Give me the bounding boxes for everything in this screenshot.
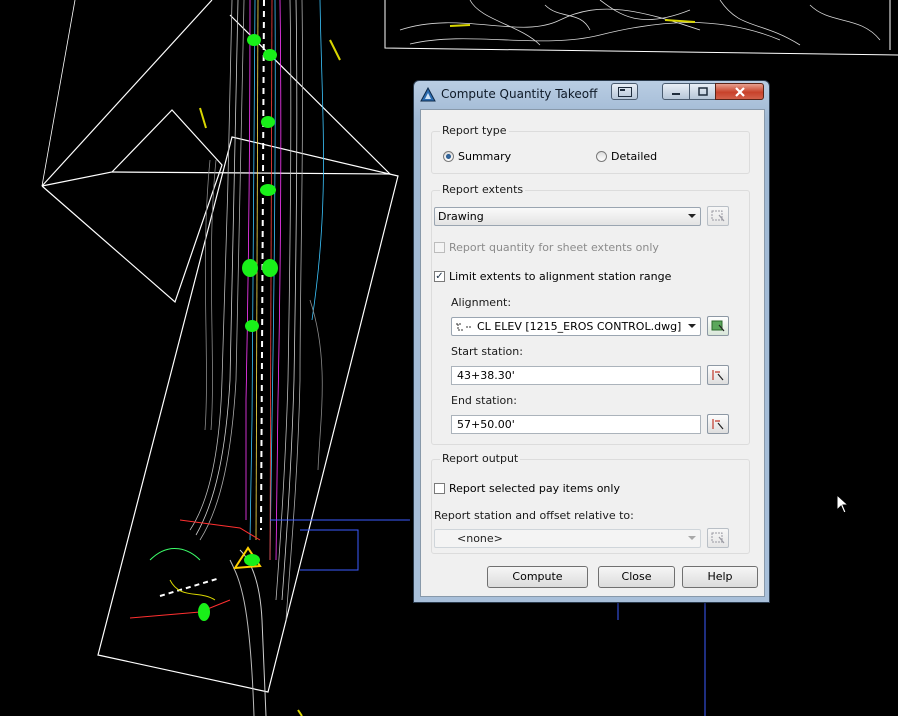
chevron-down-icon	[688, 324, 696, 328]
summary-radio-button[interactable]	[443, 151, 454, 162]
dialog-titlebar[interactable]: Compute Quantity Takeoff	[414, 81, 769, 107]
dialog-body: Report type Summary Detailed Report exte…	[420, 109, 765, 597]
start-station-input[interactable]: 43+38.30'	[451, 366, 701, 385]
pick-start-station-button[interactable]	[707, 365, 729, 385]
minimize-icon	[672, 92, 680, 95]
help-button[interactable]: Help	[682, 566, 758, 588]
pay-items-check[interactable]	[434, 483, 445, 494]
compute-button[interactable]: Compute	[487, 566, 588, 588]
autocad-app-icon	[420, 87, 436, 102]
start-station-label: Start station:	[451, 345, 523, 358]
alignment-dropdown-value: CL ELEV [1215_EROS CONTROL.dwg]	[477, 320, 682, 333]
mouse-pointer-icon	[836, 494, 850, 514]
summary-radio[interactable]: Summary	[443, 150, 511, 163]
detailed-radio-label: Detailed	[611, 150, 658, 163]
limit-extents-checkbox[interactable]: ✓ Limit extents to alignment station ran…	[434, 270, 671, 283]
relative-to-dropdown-value: <none>	[457, 532, 503, 545]
pick-station-icon	[712, 370, 724, 381]
detailed-radio[interactable]: Detailed	[596, 150, 657, 163]
report-extents-label: Report extents	[440, 183, 526, 196]
pay-items-checkbox[interactable]: Report selected pay items only	[434, 482, 620, 495]
pick-relative-button[interactable]	[707, 528, 729, 548]
chevron-down-icon	[688, 536, 696, 540]
end-station-label: End station:	[451, 394, 517, 407]
pick-window-icon	[711, 532, 725, 544]
sheet-extents-label: Report quantity for sheet extents only	[449, 241, 659, 254]
report-output-label: Report output	[440, 452, 521, 465]
maximize-icon	[697, 87, 708, 96]
relative-to-dropdown[interactable]: <none>	[434, 529, 701, 548]
pick-end-station-button[interactable]	[707, 414, 729, 434]
extents-dropdown-value: Drawing	[438, 210, 484, 223]
end-station-input[interactable]: 57+50.00'	[451, 415, 701, 434]
maximize-button[interactable]	[689, 83, 716, 100]
minimize-button[interactable]	[662, 83, 690, 100]
limit-extents-check[interactable]: ✓	[434, 271, 445, 282]
contextual-help-button[interactable]	[611, 83, 638, 100]
pick-extents-button[interactable]	[707, 206, 729, 226]
alignment-dropdown[interactable]: CL ELEV [1215_EROS CONTROL.dwg]	[451, 317, 701, 336]
report-type-label: Report type	[440, 124, 509, 137]
relative-to-label: Report station and offset relative to:	[434, 509, 634, 522]
report-type-group: Report type Summary Detailed	[431, 124, 750, 174]
pick-alignment-button[interactable]	[707, 316, 729, 336]
pick-alignment-icon	[711, 320, 725, 332]
sheet-extents-check[interactable]	[434, 242, 445, 253]
compute-quantity-takeoff-dialog: Compute Quantity Takeoff Report type Sum…	[413, 80, 770, 603]
report-extents-group: Report extents Drawing Report quantity f…	[431, 183, 750, 445]
summary-radio-label: Summary	[458, 150, 512, 163]
sheet-extents-checkbox[interactable]: Report quantity for sheet extents only	[434, 241, 659, 254]
close-window-button[interactable]	[715, 83, 764, 100]
pick-window-icon	[711, 210, 725, 222]
dialog-title: Compute Quantity Takeoff	[441, 87, 598, 101]
report-output-group: Report output Report selected pay items …	[431, 452, 750, 554]
close-icon	[734, 86, 745, 97]
help-window-icon	[617, 86, 632, 97]
pay-items-label: Report selected pay items only	[449, 482, 620, 495]
chevron-down-icon	[688, 214, 696, 218]
alignment-icon	[456, 323, 472, 330]
alignment-label: Alignment:	[451, 296, 512, 309]
limit-extents-label: Limit extents to alignment station range	[449, 270, 672, 283]
extents-dropdown[interactable]: Drawing	[434, 207, 701, 226]
close-button[interactable]: Close	[598, 566, 675, 588]
pick-station-icon	[712, 419, 724, 430]
detailed-radio-button[interactable]	[596, 151, 607, 162]
